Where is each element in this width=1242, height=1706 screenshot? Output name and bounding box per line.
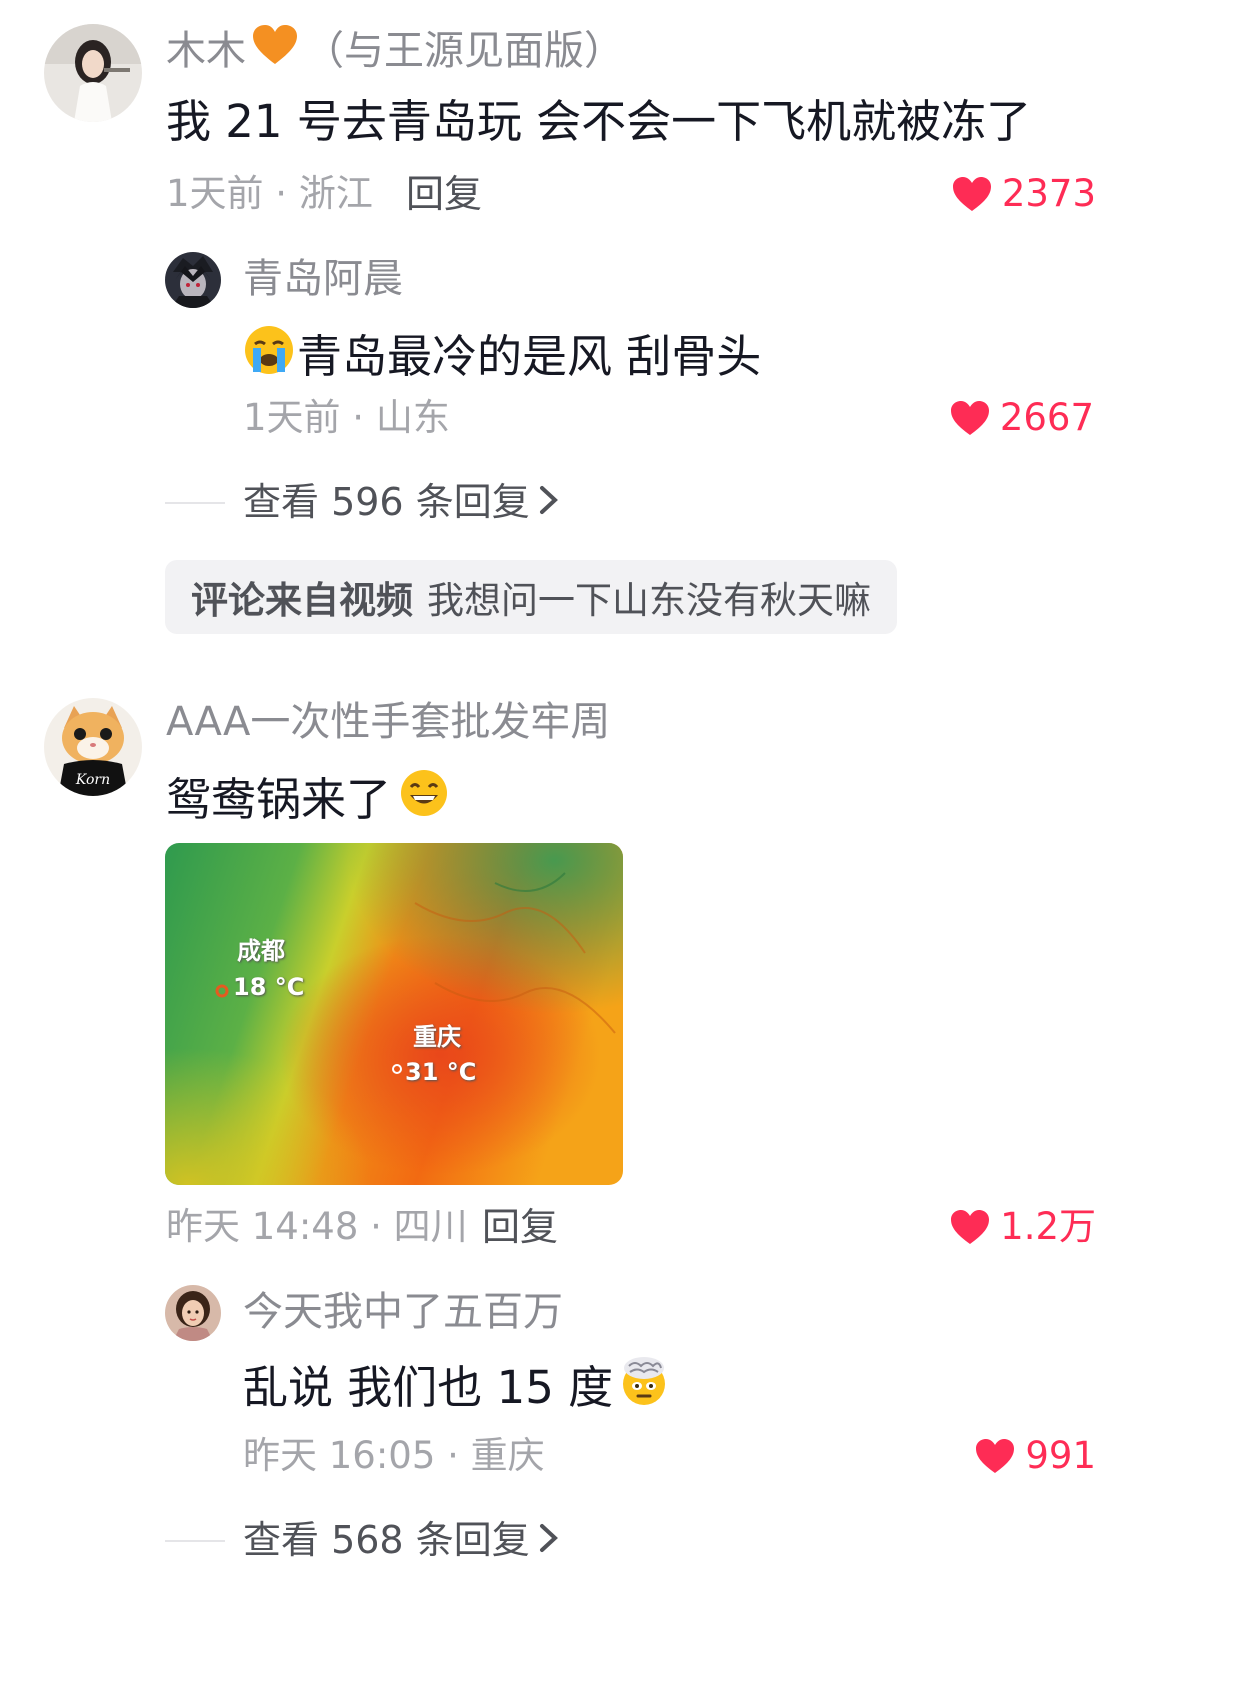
orange-heart-icon bbox=[252, 24, 298, 77]
exploding-head-icon bbox=[619, 1356, 669, 1419]
divider bbox=[165, 1540, 225, 1542]
chevron-right-icon bbox=[538, 478, 560, 526]
heart-icon bbox=[975, 1438, 1015, 1474]
avatar[interactable] bbox=[44, 24, 142, 122]
reply-username[interactable]: 今天我中了五百万 bbox=[243, 1288, 563, 1336]
like-count: 1.2万 bbox=[1000, 1205, 1096, 1248]
divider bbox=[165, 502, 225, 504]
video-source-chip[interactable]: 评论来自视频 我想问一下山东没有秋天嘛 bbox=[165, 560, 897, 634]
reply-username[interactable]: 青岛阿晨 bbox=[243, 255, 403, 303]
like-count: 2667 bbox=[999, 396, 1094, 439]
reply-button[interactable]: 回复 bbox=[482, 1205, 558, 1249]
avatar[interactable] bbox=[165, 252, 221, 308]
source-label: 评论来自视频 bbox=[191, 579, 413, 622]
like-button[interactable]: 2373 bbox=[952, 172, 1096, 216]
view-more-label: 查看 568 条回复 bbox=[243, 1518, 530, 1562]
comment-username[interactable]: 木木 bbox=[166, 27, 246, 75]
avatar[interactable] bbox=[165, 1285, 221, 1341]
source-title: 我想问一下山东没有秋天嘛 bbox=[427, 579, 871, 622]
reply-meta: 昨天 16:05 · 重庆 bbox=[243, 1434, 545, 1477]
reply-button[interactable]: 回复 bbox=[406, 172, 482, 216]
map-temp-chengdu: 18 °C bbox=[233, 973, 305, 1001]
reply-text: 乱说 我们也 15 度 bbox=[243, 1360, 614, 1414]
weather-map-image[interactable]: 成都 18 °C 重庆 31 °C bbox=[165, 843, 623, 1185]
reply-meta: 1天前 · 山东 bbox=[243, 396, 450, 439]
comment-meta: 昨天 14:48 · 四川 bbox=[166, 1205, 468, 1248]
reply-text: 青岛最冷的是风 刮骨头 bbox=[297, 329, 762, 383]
like-button[interactable]: 991 bbox=[975, 1434, 1096, 1478]
map-temp-chongqing: 31 °C bbox=[405, 1058, 477, 1086]
view-more-replies[interactable]: 查看 568 条回复 bbox=[243, 1516, 560, 1564]
avatar[interactable]: Korn bbox=[44, 698, 142, 796]
comment-username[interactable]: AAA一次性手套批发牢周 bbox=[166, 698, 610, 746]
map-label-chongqing: 重庆 bbox=[413, 1023, 461, 1051]
crying-face-icon bbox=[243, 324, 295, 389]
chevron-right-icon bbox=[538, 1516, 560, 1564]
view-more-label: 查看 596 条回复 bbox=[243, 480, 530, 524]
comment-meta: 1天前 · 浙江 bbox=[166, 172, 373, 215]
view-more-replies[interactable]: 查看 596 条回复 bbox=[243, 478, 560, 526]
grinning-face-icon bbox=[399, 768, 449, 831]
like-button[interactable]: 2667 bbox=[950, 396, 1094, 440]
comment-text: 我 21 号去青岛玩 会不会一下飞机就被冻了 bbox=[166, 95, 1032, 148]
heart-icon bbox=[952, 176, 992, 212]
heart-icon bbox=[950, 1209, 990, 1245]
like-count: 2373 bbox=[1001, 172, 1096, 215]
like-button[interactable]: 1.2万 bbox=[950, 1205, 1096, 1249]
map-label-chengdu: 成都 bbox=[237, 937, 285, 965]
heart-icon bbox=[950, 400, 990, 436]
like-count: 991 bbox=[1025, 1434, 1096, 1477]
comment-username-suffix: （与王源见面版） bbox=[304, 27, 624, 74]
svg-text:Korn: Korn bbox=[75, 772, 110, 788]
comment-text: 鸳鸯锅来了 bbox=[166, 772, 392, 826]
